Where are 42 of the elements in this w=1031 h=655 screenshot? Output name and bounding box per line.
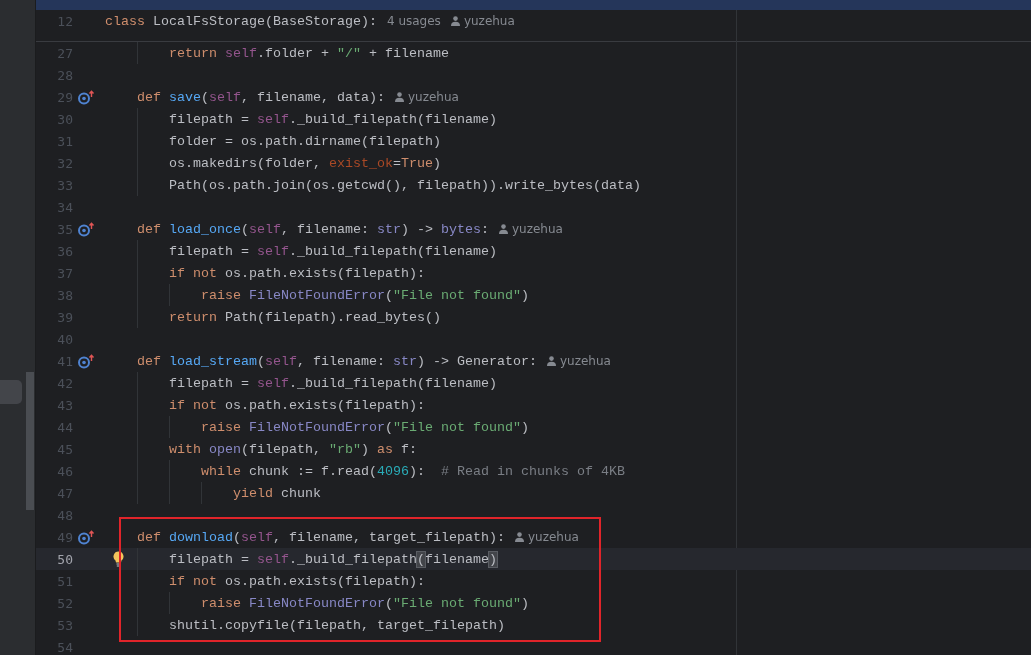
line-number: 50 — [56, 551, 73, 567]
code-line: if not os.path.exists(filepath): — [168, 573, 425, 589]
code-line: def load_stream(self, filename: str) -> Generator: — [136, 353, 537, 369]
code-line: def load_once(self, filename: str) -> bytes: — [136, 221, 489, 237]
code-line: def download(self, filename, target_filepath): — [136, 529, 505, 545]
code-line: filepath = self._build_filepath(filename) — [168, 551, 497, 567]
author-hint: yuzehua — [511, 222, 563, 236]
code-line: if not os.path.exists(filepath): — [168, 265, 425, 281]
code-line: def save(self, filename, data): — [136, 89, 385, 105]
code-line: Path(os.path.join(os.getcwd(), filepath)).write_bytes(data) — [168, 177, 641, 193]
usages-hint[interactable]: 4 usages — [386, 14, 441, 28]
code-line: yield chunk — [231, 485, 321, 501]
author-hint: yuzehua — [527, 530, 579, 544]
override-icon[interactable] — [78, 353, 95, 369]
override-icon[interactable] — [78, 89, 95, 105]
code-line: filepath = self._build_filepath(filename) — [168, 375, 497, 391]
code-line: shutil.copyfile(filepath, target_filepath) — [168, 617, 505, 633]
code-line: return Path(filepath).read_bytes() — [168, 309, 441, 325]
code-line: class LocalFsStorage(BaseStorage): — [105, 13, 377, 29]
person-icon — [546, 356, 556, 366]
code-line: raise FileNotFoundError("File not found") — [199, 287, 529, 303]
code-line: folder = os.path.dirname(filepath) — [168, 133, 441, 149]
code-line: os.makedirs(folder, exist_ok=True) — [168, 155, 441, 171]
code-line: if not os.path.exists(filepath): — [168, 397, 425, 413]
code-line: with open(filepath, "rb") as f: — [168, 441, 417, 457]
scrollbar-thumb[interactable] — [26, 372, 34, 510]
author-hint: yuzehua — [407, 90, 459, 104]
code-line: while chunk := f.read(4096): # Read in chunks of 4KB — [199, 463, 625, 479]
person-icon — [450, 16, 460, 26]
code-line: raise FileNotFoundError("File not found") — [199, 419, 529, 435]
code-line: return self.folder + "/" + filename — [168, 45, 449, 61]
code-line: filepath = self._build_filepath(filename) — [168, 243, 497, 259]
author-hint: yuzehua — [559, 354, 611, 368]
lightbulb-icon[interactable] — [113, 551, 124, 567]
person-icon — [514, 532, 524, 542]
code-line: filepath = self._build_filepath(filename) — [168, 111, 497, 127]
override-icon[interactable] — [78, 221, 95, 237]
override-icon[interactable] — [78, 529, 95, 545]
code-line: raise FileNotFoundError("File not found") — [199, 595, 529, 611]
person-icon — [498, 224, 508, 234]
author-hint: yuzehua — [463, 14, 515, 28]
person-icon — [394, 92, 404, 102]
